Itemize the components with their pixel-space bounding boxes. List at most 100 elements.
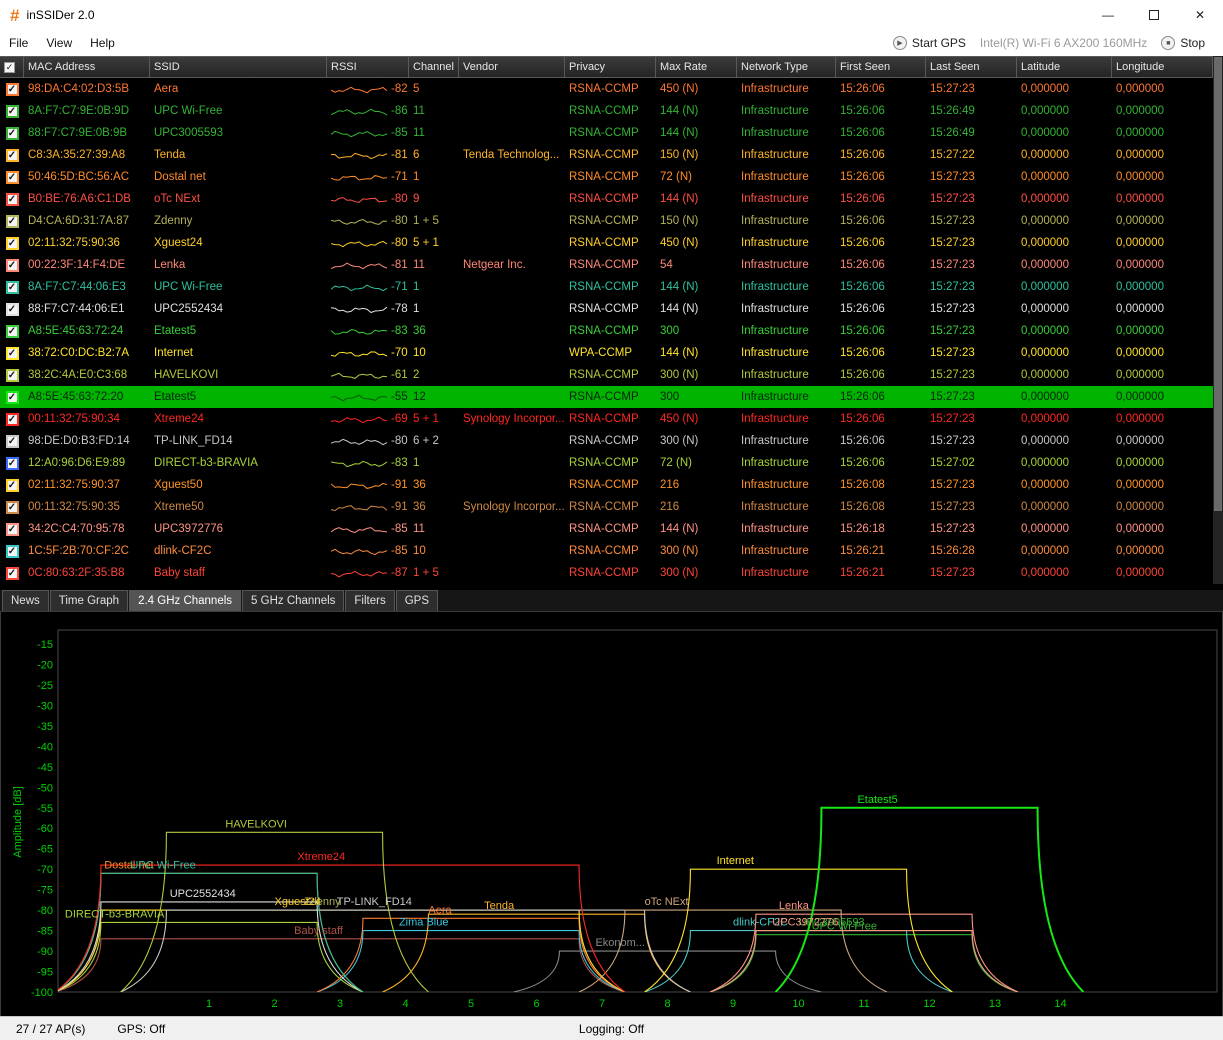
row-checkbox[interactable]: ✓ [6, 545, 19, 558]
first-seen: 15:26:06 [836, 325, 926, 337]
max-rate: 300 (N) [656, 435, 737, 447]
select-all-checkbox[interactable]: ✓ [4, 62, 15, 73]
row-checkbox[interactable]: ✓ [6, 215, 19, 228]
menu-view[interactable]: View [37, 30, 81, 56]
table-row[interactable]: ✓8A:F7:C7:9E:0B:9DUPC Wi-Free-8611RSNA-C… [0, 100, 1213, 122]
privacy: RSNA-CCMP [565, 83, 656, 95]
row-checkbox[interactable]: ✓ [6, 237, 19, 250]
network-type: Infrastructure [737, 171, 836, 183]
table-row[interactable]: ✓C8:3A:35:27:39:A8Tenda-816Tenda Technol… [0, 144, 1213, 166]
maximize-button[interactable] [1131, 0, 1177, 30]
table-row[interactable]: ✓34:2C:C4:70:95:78UPC3972776-8511RSNA-CC… [0, 518, 1213, 540]
table-row[interactable]: ✓0C:80:63:2F:35:B8Baby staff-871 + 5RSNA… [0, 562, 1213, 584]
longitude: 0,000000 [1112, 567, 1213, 579]
network-label: Lenka [779, 900, 810, 912]
column-header[interactable]: Network Type [737, 56, 836, 78]
table-row[interactable]: ✓38:72:C0:DC:B2:7AInternet-7010WPA-CCMP1… [0, 342, 1213, 364]
table-row[interactable]: ✓38:2C:4A:E0:C3:68HAVELKOVI-612RSNA-CCMP… [0, 364, 1213, 386]
table-row[interactable]: ✓00:11:32:75:90:34Xtreme24-695 + 1Synolo… [0, 408, 1213, 430]
table-row[interactable]: ✓88:F7:C7:44:06:E1UPC2552434-781RSNA-CCM… [0, 298, 1213, 320]
rssi-sparkline [331, 191, 389, 207]
row-checkbox[interactable]: ✓ [6, 457, 19, 470]
minimize-button[interactable]: — [1085, 0, 1131, 30]
table-row[interactable]: ✓50:46:5D:BC:56:ACDostal net-711RSNA-CCM… [0, 166, 1213, 188]
rssi-value: -70 [391, 347, 408, 359]
privacy: RSNA-CCMP [565, 369, 656, 381]
column-header[interactable]: First Seen [836, 56, 926, 78]
column-header[interactable]: Channel [409, 56, 459, 78]
row-checkbox[interactable]: ✓ [6, 501, 19, 514]
row-checkbox[interactable]: ✓ [6, 369, 19, 382]
table-row[interactable]: ✓88:F7:C7:9E:0B:9BUPC3005593-8511RSNA-CC… [0, 122, 1213, 144]
column-header[interactable]: Latitude [1017, 56, 1112, 78]
tab-filters[interactable]: Filters [345, 590, 394, 611]
last-seen: 15:26:49 [926, 105, 1017, 117]
column-header[interactable]: Longitude [1112, 56, 1213, 78]
row-checkbox[interactable]: ✓ [6, 83, 19, 96]
rssi-sparkline [331, 235, 389, 251]
row-checkbox[interactable]: ✓ [6, 127, 19, 140]
table-row[interactable]: ✓A8:5E:45:63:72:20Etatest5-5512RSNA-CCMP… [0, 386, 1213, 408]
row-checkbox[interactable]: ✓ [6, 479, 19, 492]
tab-5-ghz-channels[interactable]: 5 GHz Channels [242, 590, 344, 611]
column-header-select[interactable]: ✓ [0, 56, 24, 78]
row-checkbox[interactable]: ✓ [6, 435, 19, 448]
table-row[interactable]: ✓00:22:3F:14:F4:DELenka-8111Netgear Inc.… [0, 254, 1213, 276]
menu-help[interactable]: Help [81, 30, 124, 56]
row-checkbox[interactable]: ✓ [6, 105, 19, 118]
tab-2-4-ghz-channels[interactable]: 2.4 GHz Channels [129, 590, 241, 611]
max-rate: 144 (N) [656, 303, 737, 315]
row-checkbox[interactable]: ✓ [6, 523, 19, 536]
column-header[interactable]: MAC Address [24, 56, 150, 78]
ssid: Tenda [150, 149, 327, 161]
row-checkbox[interactable]: ✓ [6, 303, 19, 316]
column-header[interactable]: Privacy [565, 56, 656, 78]
row-checkbox[interactable]: ✓ [6, 171, 19, 184]
x-tick-label: 11 [858, 998, 869, 1010]
table-row[interactable]: ✓A8:5E:45:63:72:24Etatest5-8336RSNA-CCMP… [0, 320, 1213, 342]
rssi-sparkline [331, 389, 389, 405]
table-row[interactable]: ✓02:11:32:75:90:36Xguest24-805 + 1RSNA-C… [0, 232, 1213, 254]
row-checkbox[interactable]: ✓ [6, 413, 19, 426]
table-row[interactable]: ✓02:11:32:75:90:37Xguest50-9136RSNA-CCMP… [0, 474, 1213, 496]
row-checkbox[interactable]: ✓ [6, 567, 19, 580]
row-checkbox[interactable]: ✓ [6, 347, 19, 360]
table-row[interactable]: ✓8A:F7:C7:44:06:E3UPC Wi-Free-711RSNA-CC… [0, 276, 1213, 298]
start-gps-button[interactable]: ▶ Start GPS [893, 36, 966, 50]
table-row[interactable]: ✓98:DA:C4:02:D3:5BAera-825RSNA-CCMP450 (… [0, 78, 1213, 100]
row-checkbox[interactable]: ✓ [6, 149, 19, 162]
tab-time-graph[interactable]: Time Graph [50, 590, 128, 611]
privacy: RSNA-CCMP [565, 259, 656, 271]
longitude: 0,000000 [1112, 215, 1213, 227]
row-checkbox-cell: ✓ [0, 105, 24, 118]
longitude: 0,000000 [1112, 237, 1213, 249]
column-header[interactable]: RSSI [327, 56, 409, 78]
stop-button[interactable]: ■ Stop [1161, 36, 1205, 50]
rssi-sparkline [331, 411, 389, 427]
column-header[interactable]: SSID [150, 56, 327, 78]
table-row[interactable]: ✓D4:CA:6D:31:7A:87Zdenny-801 + 5RSNA-CCM… [0, 210, 1213, 232]
network-type: Infrastructure [737, 237, 836, 249]
row-checkbox[interactable]: ✓ [6, 391, 19, 404]
row-checkbox[interactable]: ✓ [6, 259, 19, 272]
table-row[interactable]: ✓00:11:32:75:90:35Xtreme50-9136Synology … [0, 496, 1213, 518]
last-seen: 15:27:23 [926, 435, 1017, 447]
tab-news[interactable]: News [2, 590, 49, 611]
tab-gps[interactable]: GPS [396, 590, 438, 611]
vertical-scrollbar[interactable] [1213, 56, 1223, 584]
column-header[interactable]: Vendor [459, 56, 565, 78]
table-row[interactable]: ✓12:A0:96:D6:E9:89DIRECT-b3-BRAVIA-831RS… [0, 452, 1213, 474]
column-header[interactable]: Last Seen [926, 56, 1017, 78]
table-row[interactable]: ✓98:DE:D0:B3:FD:14TP-LINK_FD14-806 + 2RS… [0, 430, 1213, 452]
menu-file[interactable]: File [0, 30, 37, 56]
channel: 11 [409, 105, 459, 117]
row-checkbox[interactable]: ✓ [6, 193, 19, 206]
scrollbar-thumb[interactable] [1214, 57, 1222, 511]
table-row[interactable]: ✓B0:BE:76:A6:C1:DBoTc NExt-809RSNA-CCMP1… [0, 188, 1213, 210]
row-checkbox[interactable]: ✓ [6, 281, 19, 294]
close-button[interactable]: ✕ [1177, 0, 1223, 30]
channel: 2 [409, 369, 459, 381]
table-row[interactable]: ✓1C:5F:2B:70:CF:2Cdlink-CF2C-8510RSNA-CC… [0, 540, 1213, 562]
row-checkbox[interactable]: ✓ [6, 325, 19, 338]
column-header[interactable]: Max Rate [656, 56, 737, 78]
